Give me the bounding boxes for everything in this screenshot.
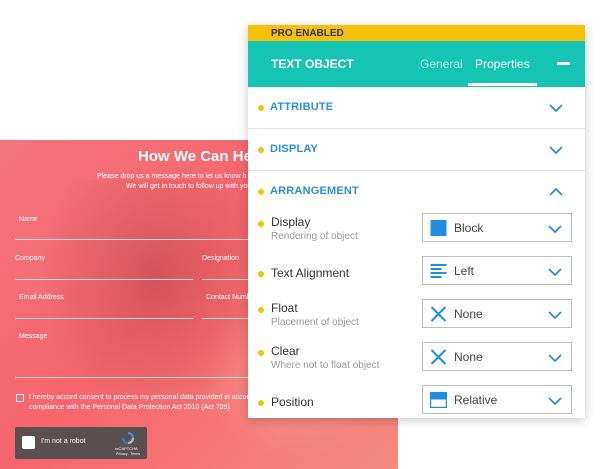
- panel-header: TEXT OBJECT General Properties: [248, 41, 585, 87]
- section-dot: [258, 105, 264, 111]
- section-title-display: DISPLAY: [270, 143, 319, 155]
- form-subtitle-line2: We will get in touch to follow up with y…: [126, 183, 252, 190]
- recaptcha-privacy-links[interactable]: Privacy - Terms: [116, 452, 140, 456]
- form-title: How We Can Hel: [138, 148, 257, 165]
- pro-enabled-badge: PRO ENABLED: [248, 25, 585, 41]
- property-label: Float: [271, 301, 298, 315]
- property-label: Text Alignment: [271, 266, 350, 280]
- float-select[interactable]: None: [422, 299, 572, 328]
- chevron-down-icon: [548, 225, 562, 234]
- property-row-position: Position Relative: [248, 385, 585, 419]
- block-square-icon: [430, 220, 447, 236]
- x-icon: [430, 306, 447, 322]
- form-subtitle-line1: Please drop us a message here to let us …: [97, 173, 247, 180]
- property-row-float: Float Placement of object None: [248, 299, 585, 333]
- chevron-down-icon: [548, 354, 562, 363]
- name-field-label: Name: [19, 216, 38, 223]
- select-value: Block: [454, 221, 484, 235]
- property-dot: [258, 400, 264, 406]
- chevron-up-icon[interactable]: [549, 187, 563, 197]
- contact-field-label: Contact Numb: [206, 294, 251, 301]
- select-value: Relative: [454, 393, 498, 407]
- property-label: Display: [271, 215, 311, 229]
- email-field[interactable]: [15, 318, 193, 319]
- recaptcha-widget: I'm not a robot reCAPTCHA Privacy - Term…: [15, 427, 147, 459]
- section-arrangement[interactable]: ARRANGEMENT: [248, 171, 585, 213]
- section-title-attribute: ATTRIBUTE: [270, 101, 334, 113]
- property-dot: [258, 221, 264, 227]
- section-display[interactable]: DISPLAY: [248, 129, 585, 171]
- position-select[interactable]: Relative: [422, 385, 572, 414]
- align-left-icon: [430, 264, 447, 278]
- property-label: Clear: [271, 344, 300, 358]
- recaptcha-checkbox[interactable]: [22, 436, 35, 449]
- active-tab-indicator: [468, 83, 537, 86]
- property-description: Placement of object: [271, 317, 359, 328]
- tab-general[interactable]: General: [420, 57, 463, 71]
- select-value: None: [454, 307, 483, 321]
- chevron-down-icon: [548, 268, 562, 277]
- x-icon: [430, 349, 447, 365]
- property-row-display: Display Rendering of object Block: [248, 213, 585, 247]
- panel-title: TEXT OBJECT: [271, 57, 354, 71]
- section-attribute[interactable]: ATTRIBUTE: [248, 87, 585, 129]
- section-dot: [258, 189, 264, 195]
- property-dot: [258, 307, 264, 313]
- property-dot: [258, 350, 264, 356]
- consent-text: I hereby accord consent to process my pe…: [29, 394, 249, 411]
- select-value: Left: [454, 264, 475, 278]
- chevron-down-icon: [548, 397, 562, 406]
- chevron-down-icon: [548, 311, 562, 320]
- select-value: None: [454, 350, 483, 364]
- message-field-label: Message: [19, 333, 48, 340]
- section-dot: [258, 147, 264, 153]
- property-row-text-alignment: Text Alignment Left: [248, 256, 585, 290]
- recaptcha-brand: reCAPTCHA: [115, 446, 138, 451]
- property-label: Position: [271, 395, 314, 409]
- properties-panel: PRO ENABLED TEXT OBJECT General Properti…: [248, 25, 585, 418]
- recaptcha-label: I'm not a robot: [41, 438, 86, 445]
- chevron-down-icon[interactable]: [549, 145, 563, 155]
- position-relative-icon: [430, 392, 447, 408]
- consent-checkbox[interactable]: [16, 394, 24, 402]
- email-field-label: Email Address: [19, 294, 64, 301]
- clear-select[interactable]: None: [422, 342, 572, 371]
- minimize-panel-button[interactable]: [557, 62, 570, 65]
- arrangement-properties: Display Rendering of object Block Text A…: [248, 213, 585, 435]
- company-field[interactable]: [15, 279, 193, 280]
- property-row-clear: Clear Where not to float object None: [248, 342, 585, 376]
- designation-field-label: Designation: [202, 255, 239, 262]
- recaptcha-logo-icon: [121, 431, 135, 445]
- tab-properties[interactable]: Properties: [475, 57, 530, 71]
- property-description: Where not to float object: [271, 360, 380, 371]
- property-dot: [258, 271, 264, 277]
- property-description: Rendering of object: [271, 231, 358, 242]
- display-select[interactable]: Block: [422, 213, 572, 242]
- chevron-down-icon[interactable]: [549, 103, 563, 113]
- company-field-label: Company: [15, 255, 45, 262]
- text-alignment-select[interactable]: Left: [422, 256, 572, 285]
- section-title-arrangement: ARRANGEMENT: [270, 185, 359, 197]
